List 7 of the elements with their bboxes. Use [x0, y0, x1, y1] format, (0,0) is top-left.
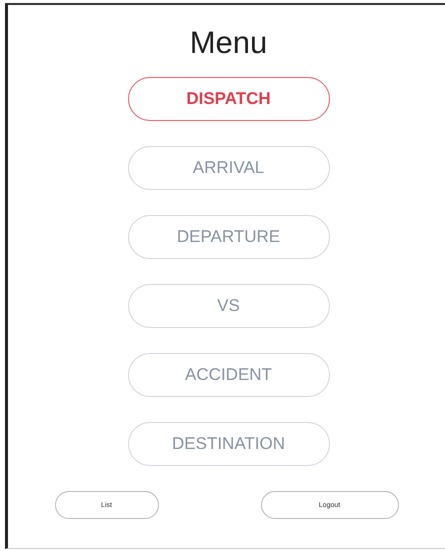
menu-button[interactable]: VS: [128, 284, 330, 328]
menu-button[interactable]: ACCIDENT: [128, 353, 330, 397]
menu-button[interactable]: DESTINATION: [128, 422, 330, 466]
menu-title: Menu: [190, 24, 268, 62]
menu-button[interactable]: DEPARTURE: [128, 215, 330, 259]
menu-button[interactable]: ARRIVAL: [128, 146, 330, 190]
menu-button[interactable]: DISPATCH: [128, 77, 330, 121]
